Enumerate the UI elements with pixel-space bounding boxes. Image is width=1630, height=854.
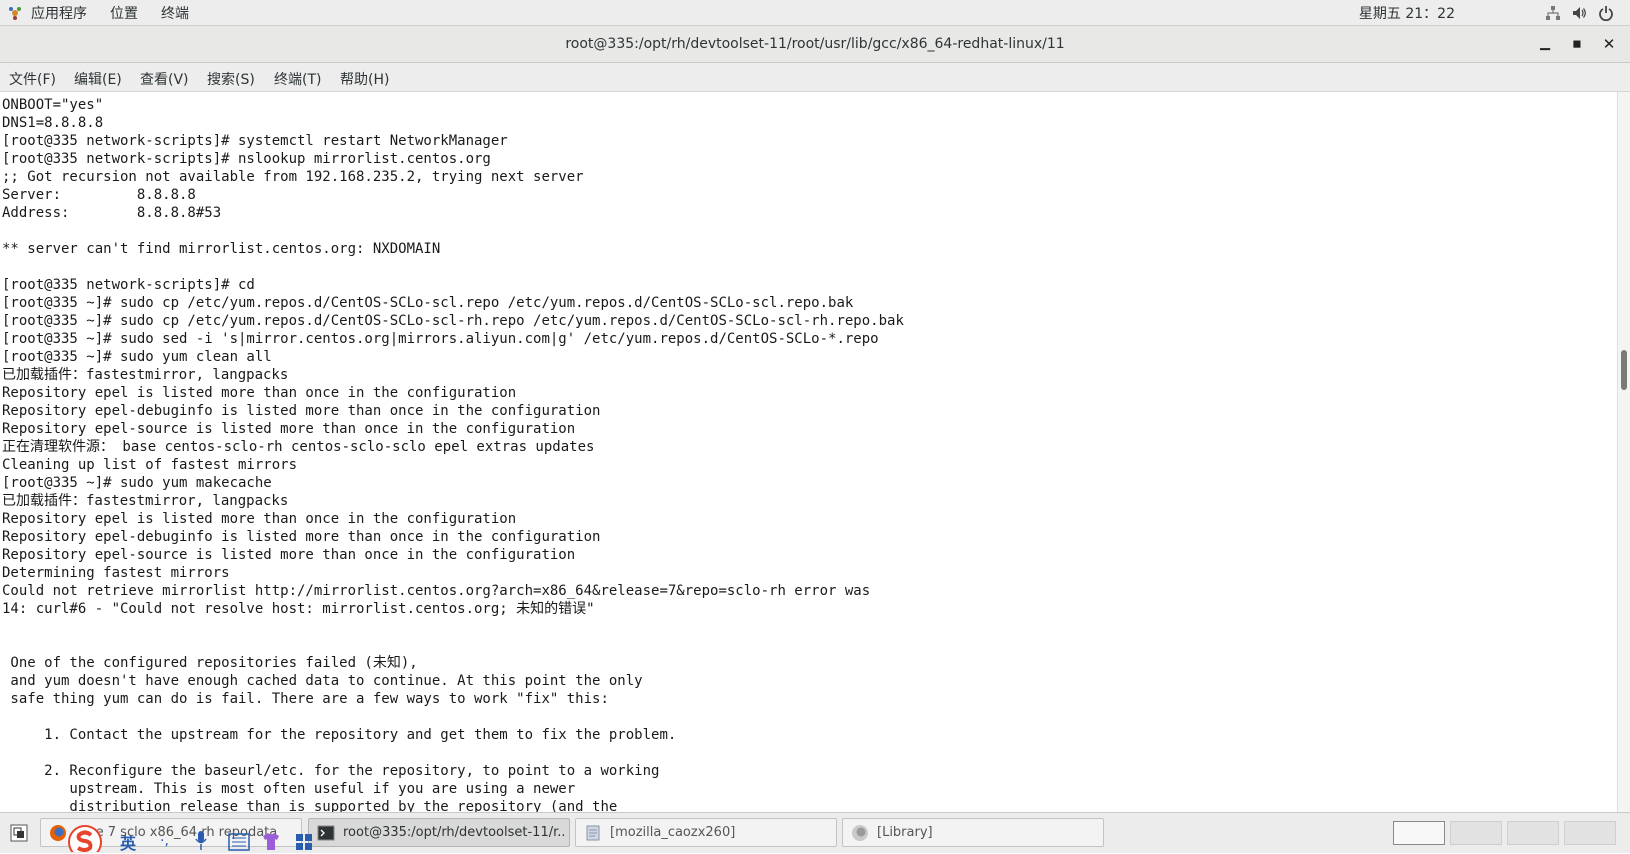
terminal-lines: ONBOOT="yes" DNS1=8.8.8.8 [root@335 networ… [0,92,1618,812]
menu-terminal-menu[interactable]: 终端(T) [274,69,321,89]
volume-icon[interactable] [1571,5,1587,21]
workspace-1[interactable] [1393,821,1445,845]
window-title: root@335:/opt/rh/devtoolset-11/root/usr/… [565,36,1065,52]
keyboard-icon[interactable] [228,832,250,852]
clock[interactable]: 星期五 21：22 [1359,3,1455,23]
toolbox-icon[interactable] [294,832,314,852]
menu-search[interactable]: 搜索(S) [207,69,255,89]
terminal-line: 1. Contact the upstream for the reposito… [2,727,677,743]
terminal-line: [root@335 ~]# sudo cp /etc/yum.repos.d/C… [2,313,904,329]
menu-terminal[interactable]: 终端 [161,3,189,23]
menu-help[interactable]: 帮助(H) [340,69,389,89]
terminal-line: Repository epel-debuginfo is listed more… [2,529,601,545]
show-desktop-icon[interactable] [10,824,28,842]
menu-applications[interactable]: 应用程序 [31,3,87,23]
terminal-line: [root@335 network-scripts]# systemctl re… [2,133,508,149]
terminal-line: Could not retrieve mirrorlist http://mir… [2,583,871,599]
minimize-button[interactable]: ▁ [1536,35,1554,53]
punctuation-icon[interactable]: ·, [160,833,169,849]
terminal-line: distribution release than is supported b… [2,799,618,812]
workspace-4[interactable] [1564,821,1616,845]
terminal-line: [root@335 ~]# sudo yum clean all [2,349,272,365]
close-button[interactable]: ✕ [1600,35,1618,53]
microphone-icon[interactable] [194,830,208,852]
scrollbar[interactable] [1617,92,1630,812]
terminal-output[interactable]: ONBOOT="yes" DNS1=8.8.8.8 [root@335 networ… [0,92,1618,812]
terminal-line: upstream. This is most often useful if y… [2,781,576,797]
terminal-line: ;; Got recursion not available from 192.… [2,169,584,185]
scrollbar-thumb[interactable] [1621,350,1627,390]
workspace-2[interactable] [1450,821,1502,845]
terminal-line: Determining fastest mirrors [2,565,230,581]
terminal-line: Repository epel-source is listed more th… [2,547,576,563]
ime-toolbar[interactable]: 英 ·, [62,820,332,854]
terminal-line: Cleaning up list of fastest mirrors [2,457,298,473]
terminal-line: ONBOOT="yes" [2,97,104,113]
terminal-line: Repository epel is listed more than once… [2,511,517,527]
terminal-line: [root@335 ~]# sudo sed -i 's|mirror.cent… [2,331,879,347]
task-terminal[interactable]: root@335:/opt/rh/devtoolset-11/r... [308,818,570,847]
task-file-manager[interactable]: [mozilla_caozx260] [575,818,837,847]
menu-places[interactable]: 位置 [110,3,138,23]
file-manager-icon [586,825,600,841]
terminal-line: 14: curl#6 - "Could not resolve host: mi… [2,601,595,617]
sogou-logo-icon [68,825,102,852]
workspace-3[interactable] [1507,821,1559,845]
terminal-line: safe thing yum can do is fail. There are… [2,691,609,707]
network-icon[interactable] [1545,5,1561,21]
top-panel: 应用程序 位置 终端 星期五 21：22 [0,0,1630,26]
terminal-line: and yum doesn't have enough cached data … [2,673,643,689]
terminal-line: Repository epel-source is listed more th… [2,421,576,437]
terminal-line: Repository epel-debuginfo is listed more… [2,403,601,419]
terminal-line: [root@335 network-scripts]# cd [2,277,255,293]
menu-view[interactable]: 查看(V) [140,69,189,89]
terminal-line: Address: 8.8.8.8#53 [2,205,222,221]
skin-icon[interactable] [260,830,282,852]
applications-icon[interactable] [8,6,22,20]
maximize-button[interactable]: ◼ [1568,35,1586,53]
firefox-icon [852,825,868,841]
power-icon[interactable] [1598,5,1614,21]
terminal-line: [root@335 network-scripts]# nslookup mir… [2,151,491,167]
terminal-line: 2. Reconfigure the baseurl/etc. for the … [2,763,660,779]
terminal-line: 已加载插件：fastestmirror, langpacks [2,493,289,509]
menubar: 文件(F) 编辑(E) 查看(V) 搜索(S) 终端(T) 帮助(H) [0,63,1630,92]
window-titlebar[interactable]: root@335:/opt/rh/devtoolset-11/root/usr/… [0,26,1630,63]
menu-edit[interactable]: 编辑(E) [74,69,122,89]
terminal-line: ** server can't find mirrorlist.centos.o… [2,241,441,257]
terminal-line: 已加载插件：fastestmirror, langpacks [2,367,289,383]
terminal-line: Repository epel is listed more than once… [2,385,517,401]
menu-file[interactable]: 文件(F) [9,69,56,89]
terminal-line: [root@335 ~]# sudo cp /etc/yum.repos.d/C… [2,295,854,311]
terminal-line: [root@335 ~]# sudo yum makecache [2,475,272,491]
task-library[interactable]: [Library] [842,818,1104,847]
terminal-line: Server: 8.8.8.8 [2,187,196,203]
terminal-line: One of the configured repositories faile… [2,655,418,671]
terminal-line: DNS1=8.8.8.8 [2,115,104,131]
terminal-line: 正在清理软件源： base centos-sclo-rh centos-sclo… [2,439,595,455]
ime-mode-label[interactable]: 英 [120,830,136,854]
